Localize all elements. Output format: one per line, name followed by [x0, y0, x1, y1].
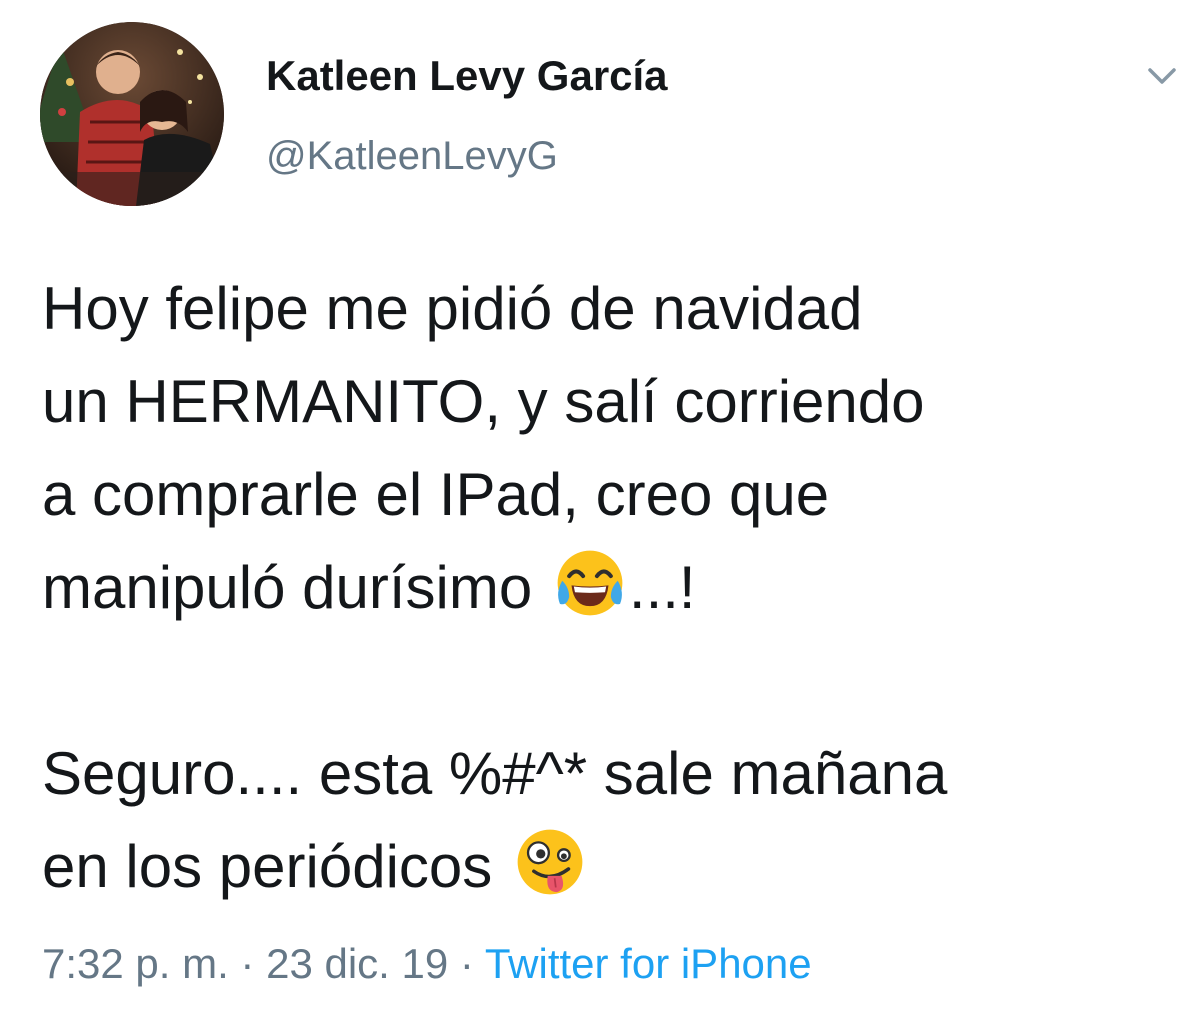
tweet-text-line: en los periódicos — [42, 820, 1172, 913]
tweet-date[interactable]: 23 dic. 19 — [266, 940, 448, 987]
chevron-down-icon[interactable] — [1142, 56, 1182, 96]
tweet-text-line: manipuló durísimo ...! — [42, 541, 1172, 634]
tweet-text-fragment: en los periódicos — [42, 833, 509, 900]
author-name[interactable]: Katleen Levy García — [266, 52, 668, 100]
author-handle[interactable]: @KatleenLevyG — [266, 134, 558, 179]
tweet-card: Katleen Levy García @KatleenLevyG Hoy fe… — [0, 0, 1200, 1026]
author-avatar[interactable] — [40, 22, 224, 206]
tweet-text-line: un HERMANITO, y salí corriendo — [42, 368, 925, 435]
tweet-metadata: 7:32 p. m. · 23 dic. 19 · Twitter for iP… — [42, 940, 812, 988]
tweet-text-fragment: ...! — [628, 554, 696, 621]
meta-separator: · — [228, 940, 267, 987]
tweet-text-fragment: manipuló durísimo — [42, 554, 549, 621]
avatar-photo — [40, 22, 224, 206]
tweet-source-link[interactable]: Twitter for iPhone — [485, 940, 812, 987]
tweet-text-line: Seguro.... esta %#^* sale mañana — [42, 740, 948, 807]
tweet-text-line: a comprarle el IPad, creo que — [42, 461, 830, 528]
face-with-tears-of-joy-icon — [557, 550, 623, 616]
tweet-text-line: Hoy felipe me pidió de navidad — [42, 275, 863, 342]
meta-separator: · — [448, 940, 485, 987]
zany-face-icon — [517, 829, 583, 895]
tweet-text: Hoy felipe me pidió de navidad un HERMAN… — [42, 262, 1172, 913]
tweet-time[interactable]: 7:32 p. m. — [42, 940, 229, 987]
